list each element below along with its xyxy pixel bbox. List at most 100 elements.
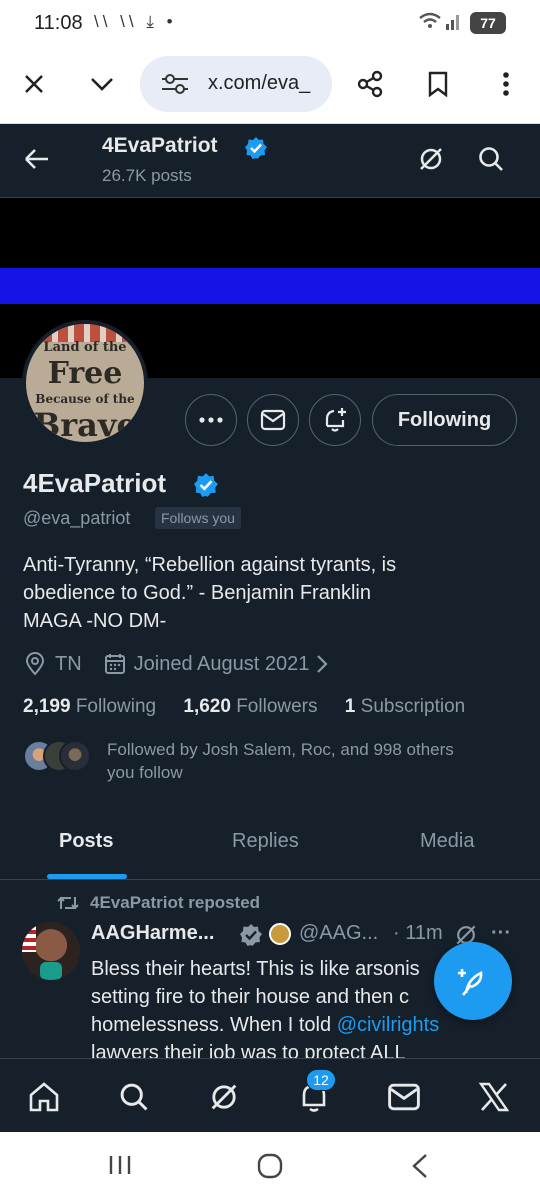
profile-tabs: Posts Replies Media: [0, 818, 540, 880]
compose-feather-icon: [458, 969, 483, 996]
status-time: 11:08: [34, 12, 83, 34]
profile-header-bar: 4EvaPatriot 26.7K posts: [0, 124, 540, 198]
following-count: 2,199: [23, 696, 71, 717]
tweet-author-handle: @AAG...: [299, 922, 379, 944]
bookmark-icon: [428, 71, 448, 97]
battery-icon: 77: [470, 12, 506, 34]
subscription-stat[interactable]: 1 Subscription: [345, 696, 465, 717]
tab-media[interactable]: Media: [420, 830, 474, 853]
home-circle-icon: [257, 1153, 283, 1179]
status-bar: 11:08 \\ \\ ⤓ • 77: [0, 0, 540, 48]
avatar: [59, 740, 91, 772]
nav-grok[interactable]: [204, 1077, 244, 1117]
verified-gray-badge-icon: [239, 923, 263, 953]
more-options-button[interactable]: [185, 394, 237, 446]
notify-button[interactable]: [309, 394, 361, 446]
compose-post-button[interactable]: [434, 942, 512, 1020]
search-button[interactable]: [476, 144, 506, 179]
verified-badge-icon: [244, 136, 268, 165]
repost-indicator: 4EvaPatriot reposted: [56, 893, 260, 913]
repost-label: 4EvaPatriot reposted: [90, 893, 261, 912]
bio-line: obedience to God.” - Benjamin Franklin: [23, 582, 371, 604]
share-icon: [357, 70, 383, 98]
tweet-author-name[interactable]: AAGHarme...: [91, 922, 214, 945]
recent-apps-icon: [109, 1156, 131, 1174]
profile-joined[interactable]: Joined August 2021: [134, 653, 310, 676]
grok-icon: [420, 148, 442, 170]
chevron-right-icon[interactable]: [315, 653, 329, 675]
location-pin-icon: [25, 652, 45, 676]
avatar-text-line: Because of the: [35, 392, 135, 406]
header-name: 4EvaPatriot: [102, 134, 218, 157]
tab-replies[interactable]: Replies: [232, 830, 299, 853]
recent-apps-button[interactable]: [107, 1152, 133, 1183]
url-bar[interactable]: x.com/eva_: [140, 56, 332, 112]
url-text: x.com/eva_: [208, 72, 311, 94]
mail-icon: [388, 1083, 420, 1111]
followed-by-text: Followed by Josh Salem, Roc, and 998 oth…: [107, 738, 507, 784]
back-system-button[interactable]: [408, 1152, 432, 1185]
tweet-author-avatar[interactable]: [22, 922, 80, 980]
back-chevron-icon: [412, 1154, 427, 1178]
chevron-down-icon: [91, 78, 113, 91]
following-label: Following: [75, 696, 157, 717]
banner-blue-line: [0, 268, 540, 304]
message-button[interactable]: [247, 394, 299, 446]
followed-by-line: Followed by Josh Salem, Roc, and 998 oth…: [107, 740, 454, 759]
mail-icon: [260, 409, 286, 431]
system-navigation: [0, 1132, 540, 1200]
minimize-button[interactable]: [80, 62, 124, 106]
profile-location: TN: [55, 652, 82, 675]
bell-plus-icon: [325, 408, 346, 432]
verified-badge-icon: [193, 472, 219, 503]
avatar-text-line: Brave: [33, 406, 137, 444]
mention-link[interactable]: @civilrights: [337, 1014, 440, 1036]
following-button[interactable]: Following: [372, 394, 517, 446]
browser-menu-button[interactable]: [484, 62, 528, 106]
nav-x[interactable]: [474, 1077, 514, 1117]
avatar-scarf: [40, 962, 62, 980]
profile-stats: 2,199 Following 1,620 Followers 1 Subscr…: [23, 696, 465, 718]
close-tab-button[interactable]: [12, 62, 56, 106]
followed-by-line: you follow: [107, 763, 183, 782]
share-button[interactable]: [348, 62, 392, 106]
following-stat[interactable]: 2,199 Following: [23, 696, 156, 717]
nav-messages[interactable]: [384, 1077, 424, 1117]
grok-icon: [211, 1084, 237, 1110]
affiliation-seal-icon: [269, 923, 291, 945]
site-settings-icon[interactable]: [160, 72, 190, 96]
more-vertical-icon: [503, 72, 509, 96]
wifi-signal-icon: [418, 10, 462, 39]
x-logo-icon: [478, 1082, 510, 1112]
search-icon: [120, 1083, 148, 1111]
nav-home[interactable]: [24, 1077, 64, 1117]
avatar-flag: [22, 922, 36, 952]
more-horizontal-icon: [199, 417, 223, 423]
tab-posts[interactable]: Posts: [59, 830, 113, 853]
bookmark-button[interactable]: [416, 62, 460, 106]
profile-avatar[interactable]: Land of the Free Because of the Brave: [22, 320, 148, 446]
followers-count: 1,620: [183, 696, 231, 717]
home-system-button[interactable]: [256, 1152, 284, 1185]
tweet-more-button[interactable]: ···: [491, 922, 511, 945]
grok-button[interactable]: [416, 144, 446, 179]
avatar-text-line: Free: [47, 356, 123, 391]
arrow-left-icon: [25, 149, 48, 169]
calendar-icon: [104, 654, 125, 674]
profile-name: 4EvaPatriot: [23, 468, 167, 498]
search-icon: [479, 147, 503, 171]
bio-line: MAGA -NO DM-: [23, 610, 167, 632]
subscription-label: Subscription: [360, 696, 466, 717]
nav-search[interactable]: [114, 1077, 154, 1117]
back-button[interactable]: [22, 144, 52, 179]
profile-meta: TN Joined August 2021: [23, 651, 329, 677]
header-posts-count: 26.7K posts: [102, 166, 192, 185]
home-icon: [29, 1082, 59, 1112]
close-icon: [25, 75, 43, 93]
followers-label: Followers: [236, 696, 318, 717]
tweet-time: · 11m: [393, 922, 443, 944]
notifications-badge: 12: [306, 1069, 336, 1091]
bottom-navigation: 12: [0, 1058, 540, 1132]
profile-bio: Anti-Tyranny, “Rebellion against tyrants…: [23, 551, 513, 635]
followers-stat[interactable]: 1,620 Followers: [183, 696, 317, 717]
